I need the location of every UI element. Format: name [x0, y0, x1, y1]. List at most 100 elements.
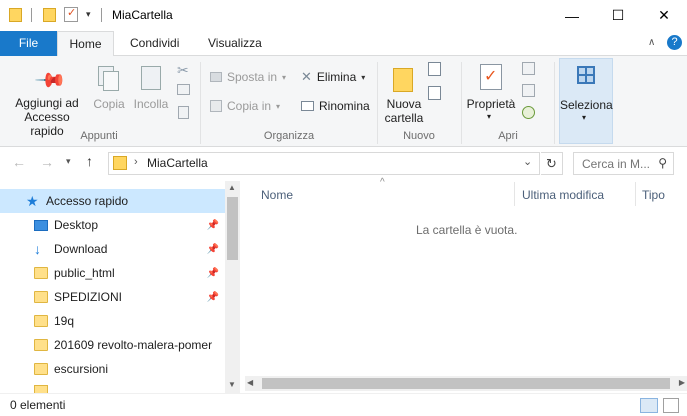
- empty-folder-message: La cartella è vuota.: [416, 223, 518, 237]
- title-bar: ✓ ▾ MiaCartella — ☐ ✕: [0, 0, 687, 31]
- nav-item-escursioni[interactable]: escursioni: [0, 357, 225, 381]
- tab-home[interactable]: Home: [57, 31, 114, 57]
- new-folder-icon: [393, 68, 413, 92]
- column-separator[interactable]: [635, 182, 636, 206]
- chevron-down-icon: ▾: [361, 72, 366, 82]
- content-scroll-thumb[interactable]: [262, 378, 670, 389]
- copy-to-label: Copia in: [227, 99, 272, 113]
- copy-to-button[interactable]: Copia in ▾: [210, 96, 280, 116]
- pin-icon: 📌: [33, 64, 67, 98]
- nav-item-public-html[interactable]: public_html 📌: [0, 261, 225, 285]
- checkmark-icon: ✓: [484, 68, 498, 85]
- new-folder-button[interactable]: Nuova cartella: [383, 64, 425, 126]
- properties-quick-icon[interactable]: ✓: [64, 7, 78, 22]
- nav-item-quick-access[interactable]: ★ Accesso rapido: [0, 189, 225, 213]
- ribbon-separator: [554, 62, 555, 144]
- search-field[interactable]: ⚲: [573, 152, 674, 175]
- move-to-icon: [210, 72, 222, 82]
- pin-icon[interactable]: 📌: [207, 292, 219, 303]
- nav-scroll-thumb[interactable]: [227, 197, 238, 260]
- folder-icon: [9, 8, 22, 22]
- nav-item-desktop[interactable]: Desktop 📌: [0, 213, 225, 237]
- edit-icon[interactable]: [522, 84, 535, 97]
- nav-item-201609[interactable]: 201609 revolto-malera-pomer: [0, 333, 225, 357]
- customize-quick-access-icon[interactable]: ▾: [86, 9, 91, 20]
- star-icon: ★: [26, 192, 39, 209]
- group-label-new: Nuovo: [403, 130, 435, 142]
- chevron-right-icon: ›: [134, 156, 138, 168]
- file-list[interactable]: [240, 181, 687, 393]
- pin-to-quick-access-button[interactable]: 📌 Aggiungi ad Accesso rapido: [6, 64, 88, 138]
- maximize-button[interactable]: ☐: [595, 0, 641, 31]
- folder-icon: [34, 363, 48, 375]
- column-separator[interactable]: [514, 182, 515, 206]
- collapse-ribbon-icon[interactable]: ∧: [648, 37, 655, 48]
- easy-access-icon[interactable]: [428, 86, 441, 100]
- tab-share[interactable]: Condividi: [118, 31, 191, 56]
- chevron-down-icon: ▾: [276, 101, 281, 111]
- scroll-down-icon[interactable]: ▼: [228, 380, 236, 389]
- scroll-left-icon[interactable]: ◀: [247, 378, 253, 387]
- nav-item-19q[interactable]: 19q: [0, 309, 225, 333]
- nav-item-label: 201609 revolto-malera-pomer: [54, 338, 213, 352]
- refresh-icon[interactable]: ↻: [541, 152, 563, 175]
- scroll-right-icon[interactable]: ▶: [679, 378, 685, 387]
- separator: [31, 8, 32, 22]
- history-icon[interactable]: [522, 106, 535, 119]
- delete-icon: ✕: [301, 69, 312, 84]
- nav-item-label: SPEDIZIONI: [54, 290, 123, 304]
- back-arrow-icon[interactable]: ←: [12, 154, 26, 170]
- chevron-down-icon: ▾: [487, 112, 492, 121]
- rename-label: Rinomina: [319, 99, 370, 113]
- select-button[interactable]: Seleziona ▾: [559, 58, 613, 144]
- new-folder-label-1: Nuova: [386, 97, 422, 111]
- copy-path-icon[interactable]: [177, 84, 190, 95]
- scroll-up-icon[interactable]: ▲: [228, 183, 236, 192]
- folder-icon: [34, 315, 48, 327]
- address-history-icon[interactable]: ⌄: [523, 155, 532, 168]
- nav-item-download[interactable]: ↓ Download 📌: [0, 237, 225, 261]
- open-icon[interactable]: [522, 62, 535, 75]
- nav-item-label: public_html: [54, 266, 115, 280]
- desktop-icon: [34, 219, 48, 231]
- ribbon: 📌 Aggiungi ad Accesso rapido Copia Incol…: [0, 56, 687, 147]
- close-button[interactable]: ✕: [641, 0, 687, 31]
- nav-item-spedizioni[interactable]: SPEDIZIONI 📌: [0, 285, 225, 309]
- search-input[interactable]: [574, 153, 652, 174]
- minimize-button[interactable]: —: [549, 0, 595, 31]
- recent-locations-icon[interactable]: ▾: [66, 156, 71, 167]
- details-view-icon[interactable]: [640, 398, 658, 413]
- new-folder-label-2: cartella: [384, 111, 424, 125]
- move-to-button[interactable]: Sposta in ▾: [210, 67, 286, 87]
- column-header-name[interactable]: Nome: [261, 188, 293, 202]
- rename-button[interactable]: Rinomina: [301, 96, 370, 116]
- new-folder-quick-icon[interactable]: [43, 8, 56, 22]
- nav-item-label: Desktop: [54, 218, 99, 232]
- properties-button[interactable]: ✓ Proprietà ▾: [465, 62, 517, 128]
- help-icon[interactable]: ?: [667, 35, 682, 50]
- folder-icon: [34, 291, 48, 303]
- column-header-type[interactable]: Tipo: [642, 188, 665, 202]
- delete-label: Elimina: [316, 70, 357, 84]
- copy-button[interactable]: Copia: [90, 64, 128, 126]
- up-arrow-icon[interactable]: ↑: [86, 153, 93, 169]
- tab-file[interactable]: File: [0, 31, 57, 56]
- pin-icon[interactable]: 📌: [207, 244, 219, 255]
- paste-button[interactable]: Incolla: [130, 64, 172, 126]
- item-count: 0 elementi: [10, 398, 66, 412]
- status-bar: 0 elementi: [0, 393, 687, 416]
- address-field[interactable]: › MiaCartella: [108, 152, 540, 175]
- large-icons-view-icon[interactable]: [663, 398, 679, 413]
- paste-shortcut-icon[interactable]: [178, 106, 189, 119]
- pin-icon[interactable]: 📌: [207, 220, 219, 231]
- cut-icon[interactable]: ✂: [177, 62, 189, 79]
- tab-view[interactable]: Visualizza: [196, 31, 274, 56]
- pin-icon[interactable]: 📌: [207, 268, 219, 279]
- download-icon: ↓: [34, 241, 41, 257]
- new-item-icon[interactable]: [428, 62, 441, 76]
- forward-arrow-icon[interactable]: →: [40, 154, 54, 170]
- nav-item-label: Download: [54, 242, 108, 256]
- chevron-down-icon: ▾: [282, 72, 287, 82]
- column-header-modified[interactable]: Ultima modifica: [522, 188, 604, 202]
- delete-button[interactable]: ✕ Elimina ▾: [301, 67, 365, 87]
